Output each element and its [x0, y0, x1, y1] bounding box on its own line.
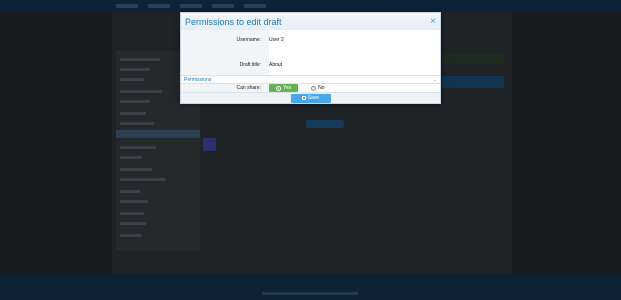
permissions-dialog: Permissions to edit draft × Username: Us… — [180, 12, 441, 104]
background-footer-text — [262, 292, 358, 295]
background-nav-items — [116, 0, 266, 12]
close-icon[interactable]: × — [430, 16, 436, 27]
can-share-yes-label: Yes — [283, 85, 292, 91]
save-button-label: Save — [307, 95, 320, 101]
dialog-title: Permissions to edit draft — [185, 16, 282, 27]
can-share-yes-radio[interactable]: Yes — [269, 84, 299, 92]
save-button[interactable]: Save — [290, 93, 331, 103]
can-share-no-label: No — [318, 85, 325, 91]
dialog-footer: Save — [181, 92, 440, 103]
background-action-bar — [442, 76, 504, 88]
radio-unchecked-icon — [311, 85, 317, 91]
save-icon — [301, 96, 306, 100]
background-sidebar-active-item — [116, 130, 200, 138]
dialog-header: Permissions to edit draft × — [181, 13, 440, 30]
username-label: Username: — [236, 37, 261, 43]
background-avatar — [203, 138, 216, 151]
background-notice — [442, 54, 504, 64]
draft-title-value: About — [269, 62, 283, 68]
username-row: Username: User 2 — [181, 32, 440, 48]
background-button — [306, 120, 344, 128]
radio-checked-icon — [276, 85, 281, 91]
background-top-navbar — [0, 0, 621, 12]
can-share-label: Can share: — [236, 85, 261, 91]
background-footer — [0, 274, 621, 300]
username-value: User 2 — [269, 37, 284, 43]
draft-title-row: Draft title: About — [181, 57, 440, 73]
can-share-no-radio[interactable]: No — [311, 85, 325, 91]
draft-title-label: Draft title: — [239, 62, 261, 68]
